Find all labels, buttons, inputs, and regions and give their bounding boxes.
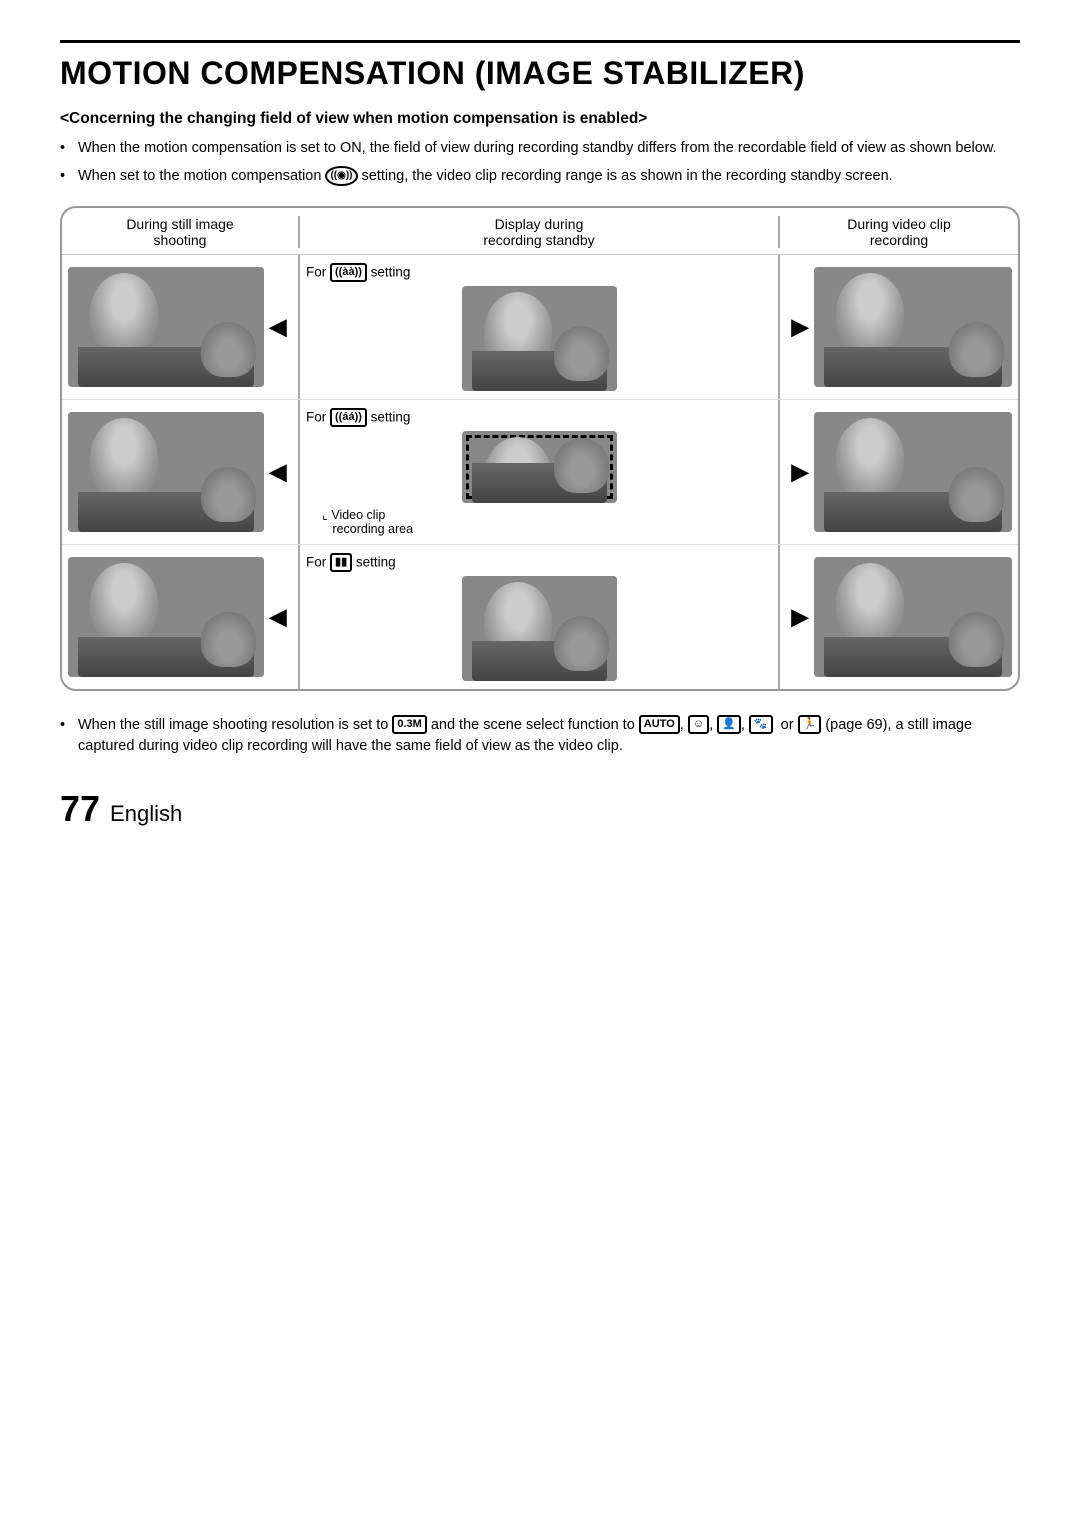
col-header-left: During still imageshooting bbox=[62, 216, 300, 248]
page-footer: 77 English bbox=[60, 788, 1020, 830]
col-header-mid: Display duringrecording standby bbox=[300, 216, 780, 248]
diagram-headers: During still imageshooting Display durin… bbox=[62, 208, 1018, 255]
arrow-right-1: ▶ bbox=[786, 314, 814, 340]
photo-right-3 bbox=[814, 557, 1012, 677]
bullet-1: When the motion compensation is set to O… bbox=[60, 138, 1020, 160]
cell-right-2: ▶ bbox=[780, 400, 1018, 544]
top-rule bbox=[60, 40, 1020, 43]
photo-right-1 bbox=[814, 267, 1012, 387]
cell-right-3: ▶ bbox=[780, 545, 1018, 689]
icon-face: ☺ bbox=[688, 715, 709, 734]
icon-badge-2: ((áá)) bbox=[330, 408, 367, 427]
col-header-right: During video cliprecording bbox=[780, 216, 1018, 248]
icon-badge-1: ((àà)) bbox=[330, 263, 367, 282]
cell-mid-1: For ((àà)) setting bbox=[300, 255, 780, 399]
icon-auto: AUTO bbox=[639, 715, 680, 734]
section-subtitle: <Concerning the changing field of view w… bbox=[60, 110, 1020, 128]
diagram-row-1: ◀ For ((àà)) setting ▶ bbox=[62, 255, 1018, 400]
cell-left-3: ◀ bbox=[62, 545, 300, 689]
icon-pet: 🐾 bbox=[749, 715, 773, 734]
cell-mid-3: For ▮▮ setting bbox=[300, 545, 780, 689]
cell-left-1: ◀ bbox=[62, 255, 300, 399]
icon-03m: 0.3M bbox=[392, 715, 426, 734]
page-language: English bbox=[110, 801, 182, 827]
photo-mid-3 bbox=[462, 576, 617, 681]
bottom-bullets: When the still image shooting resolution… bbox=[60, 715, 1020, 759]
for-label-1: For ((àà)) setting bbox=[306, 263, 410, 282]
arrow-right-2: ▶ bbox=[786, 459, 814, 485]
icon-sport: 🏃 bbox=[798, 715, 822, 734]
photo-left-3 bbox=[68, 557, 264, 677]
diagram-row-3: ◀ For ▮▮ setting ▶ bbox=[62, 545, 1018, 689]
cell-right-1: ▶ bbox=[780, 255, 1018, 399]
icon-kids: 👤 bbox=[717, 715, 741, 734]
arrow-right-3: ▶ bbox=[786, 604, 814, 630]
arrow-left-1: ◀ bbox=[264, 314, 292, 340]
page-title: MOTION COMPENSATION (IMAGE STABILIZER) bbox=[60, 55, 1020, 92]
video-clip-label: ⌞ Video clip recording area bbox=[322, 507, 413, 536]
diagram-row-2: ◀ For ((áá)) setting ⌞ Video clip record… bbox=[62, 400, 1018, 545]
or-text: or bbox=[781, 717, 794, 733]
arrow-left-3: ◀ bbox=[264, 604, 292, 630]
for-label-2: For ((áá)) setting bbox=[306, 408, 410, 427]
cell-left-2: ◀ bbox=[62, 400, 300, 544]
bottom-bullet-1: When the still image shooting resolution… bbox=[60, 715, 1020, 759]
bullet-2: When set to the motion compensation ((◉)… bbox=[60, 166, 1020, 188]
photo-mid-1 bbox=[462, 286, 617, 391]
diagram-frame: During still imageshooting Display durin… bbox=[60, 206, 1020, 691]
page-number: 77 bbox=[60, 788, 100, 830]
photo-left-2 bbox=[68, 412, 264, 532]
icon-round-badge: ((◉)) bbox=[325, 166, 357, 186]
photo-mid-2 bbox=[462, 431, 617, 503]
cell-mid-2: For ((áá)) setting ⌞ Video clip recordin… bbox=[300, 400, 780, 544]
intro-bullets: When the motion compensation is set to O… bbox=[60, 138, 1020, 188]
photo-right-2 bbox=[814, 412, 1012, 532]
photo-left-1 bbox=[68, 267, 264, 387]
for-label-3: For ▮▮ setting bbox=[306, 553, 396, 572]
arrow-left-2: ◀ bbox=[264, 459, 292, 485]
icon-badge-3: ▮▮ bbox=[330, 553, 352, 572]
